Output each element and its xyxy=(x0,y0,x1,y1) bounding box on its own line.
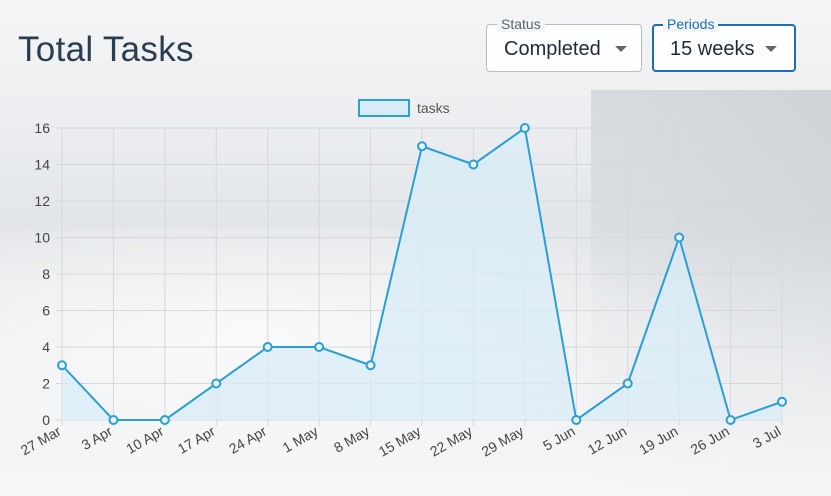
page-title: Total Tasks xyxy=(18,30,194,69)
x-tick-label: 15 May xyxy=(376,423,424,460)
data-point xyxy=(262,342,273,352)
x-tick-label: 22 May xyxy=(427,423,475,460)
y-tick-label: 4 xyxy=(42,339,50,355)
data-point xyxy=(519,123,530,133)
data-point xyxy=(211,378,222,389)
data-point xyxy=(365,360,376,371)
y-tick-label: 8 xyxy=(42,266,50,282)
status-select-label: Status xyxy=(497,16,545,32)
data-point xyxy=(622,378,633,389)
y-tick-label: 12 xyxy=(34,193,50,209)
data-point xyxy=(159,415,170,425)
data-point xyxy=(108,415,119,425)
x-tick-label: 3 Jul xyxy=(750,423,784,452)
x-tick-label: 1 May xyxy=(280,423,321,456)
periods-select-value: 15 weeks xyxy=(670,38,755,60)
y-tick-label: 14 xyxy=(34,157,50,173)
caret-down-icon xyxy=(765,46,777,52)
data-point xyxy=(725,415,736,425)
x-tick-label: 24 Apr xyxy=(226,423,269,457)
x-tick-label: 17 Apr xyxy=(175,423,218,457)
x-tick-label: 5 Jun xyxy=(540,423,578,454)
x-tick-label: 26 Jun xyxy=(688,423,732,458)
y-tick-label: 6 xyxy=(42,303,50,319)
x-tick-label: 10 Apr xyxy=(123,423,166,457)
y-tick-label: 10 xyxy=(34,230,50,246)
x-tick-label: 3 Apr xyxy=(79,423,116,453)
x-tick-label: 12 Jun xyxy=(585,423,629,458)
legend-label-tasks: tasks xyxy=(417,100,450,116)
x-tick-label: 27 Mar xyxy=(18,423,64,459)
data-point xyxy=(571,415,582,425)
x-tick-label: 19 Jun xyxy=(636,423,680,458)
status-select-value: Completed xyxy=(504,38,601,60)
data-point xyxy=(417,141,427,152)
status-select[interactable]: Status Completed xyxy=(486,16,642,72)
y-tick-label: 2 xyxy=(42,376,50,392)
x-tick-label: 8 May xyxy=(331,423,372,456)
data-point xyxy=(777,396,787,407)
data-point xyxy=(674,232,685,243)
data-point xyxy=(314,342,325,352)
data-point xyxy=(468,159,479,170)
legend-swatch-tasks xyxy=(358,99,410,117)
periods-select-label: Periods xyxy=(663,16,719,32)
x-tick-label: 29 May xyxy=(479,423,527,460)
y-tick-label: 16 xyxy=(34,120,50,136)
periods-select[interactable]: Periods 15 weeks xyxy=(652,16,796,72)
data-point xyxy=(57,360,67,371)
caret-down-icon xyxy=(615,46,627,52)
tasks-chart: 024681012141627 Mar 3 Apr 10 Apr 17 Apr 24 A… xyxy=(18,99,787,460)
